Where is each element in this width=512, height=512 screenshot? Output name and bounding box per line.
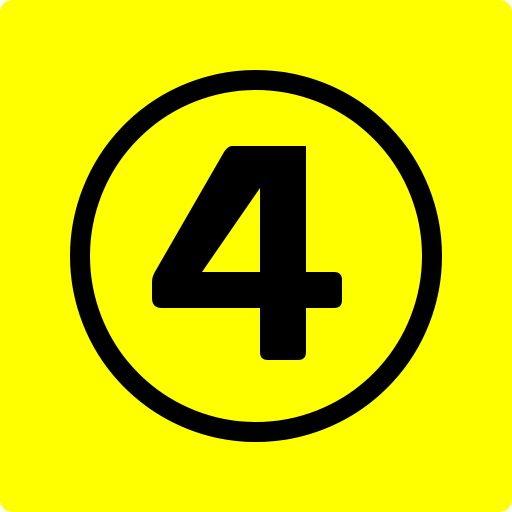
number-4-circle-icon: [0, 0, 512, 512]
number-badge-tile: [0, 0, 512, 512]
